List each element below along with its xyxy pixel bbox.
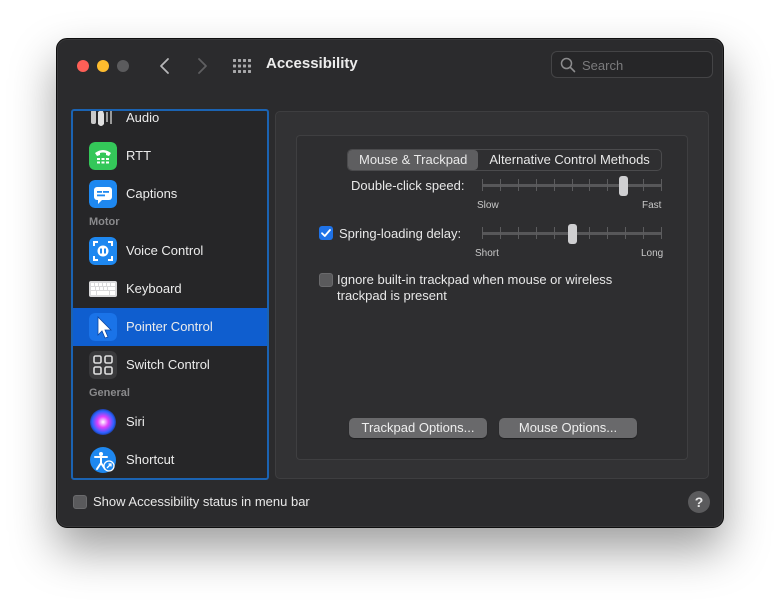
sidebar-item-audio[interactable]: Audio: [73, 110, 267, 137]
section-header-motor: Motor: [89, 216, 120, 228]
ignore-trackpad-label-line1: Ignore built-in trackpad when mouse or w…: [337, 272, 613, 287]
sidebar-item-label: Switch Control: [126, 357, 210, 372]
show-all-button[interactable]: [231, 56, 253, 76]
spring-loading-checkbox[interactable]: [319, 226, 333, 240]
slider-tick: [589, 227, 590, 239]
slider-tick: [554, 179, 555, 191]
double-click-speed-slider[interactable]: [482, 176, 662, 196]
slider-tick: [661, 227, 662, 239]
chevron-right-icon: [198, 58, 207, 74]
slider-tick: [643, 179, 644, 191]
double-click-slow-label: Slow: [477, 200, 499, 211]
shortcut-icon: [90, 447, 116, 473]
trackpad-options-button[interactable]: Trackpad Options...: [349, 418, 487, 438]
slider-tick: [589, 179, 590, 191]
search-input[interactable]: [582, 56, 704, 74]
keyboard-icon: [89, 281, 117, 297]
spring-long-label: Long: [641, 248, 664, 259]
section-header-general: General: [89, 387, 130, 399]
checkmark-icon: [321, 229, 331, 237]
slider-tick: [607, 179, 608, 191]
slider-tick: [661, 179, 662, 191]
sidebar-item-label: RTT: [126, 148, 152, 163]
slider-tick: [607, 227, 608, 239]
settings-pane: Mouse & Trackpad Alternative Control Met…: [275, 111, 709, 479]
help-button[interactable]: ?: [688, 491, 710, 513]
double-click-fast-label: Fast: [642, 200, 662, 211]
voice-control-icon: [89, 237, 117, 265]
pointer-icon: [89, 313, 117, 341]
slider-tick: [536, 179, 537, 191]
zoom-window-button[interactable]: [117, 60, 129, 72]
show-status-label: Show Accessibility status in menu bar: [93, 494, 310, 509]
sidebar-item-label: Captions: [126, 186, 178, 201]
back-button[interactable]: [155, 54, 175, 78]
window-title: Accessibility: [266, 55, 358, 72]
slider-tick: [572, 179, 573, 191]
slider-tick: [500, 179, 501, 191]
siri-icon: [90, 409, 116, 435]
tab-mouse-trackpad[interactable]: Mouse & Trackpad: [348, 150, 479, 170]
slider-tick: [482, 179, 483, 191]
sidebar-item-keyboard[interactable]: Keyboard: [73, 270, 267, 308]
slider-tick: [518, 179, 519, 191]
sidebar-item-rtt[interactable]: RTT: [73, 137, 267, 175]
sidebar-item-label: Voice Control: [126, 243, 204, 258]
tab-bar: Mouse & Trackpad Alternative Control Met…: [347, 149, 662, 171]
slider-tick: [500, 227, 501, 239]
title-bar: Accessibility: [57, 39, 723, 91]
grid-icon: [233, 59, 251, 73]
sidebar-item-label: Pointer Control: [126, 319, 213, 334]
sidebar-item-label: Shortcut: [126, 452, 175, 467]
sidebar-list[interactable]: Audio RTT Captions Motor Voice Control K…: [71, 109, 269, 480]
tab-alternative-control-methods[interactable]: Alternative Control Methods: [478, 150, 660, 170]
tab-content: Mouse & Trackpad Alternative Control Met…: [296, 135, 688, 460]
ignore-trackpad-label-line2: trackpad is present: [337, 288, 447, 303]
sidebar-item-label: Audio: [126, 110, 160, 125]
minimize-window-button[interactable]: [97, 60, 109, 72]
accessibility-window: Accessibility Audio: [56, 38, 724, 528]
chevron-left-icon: [160, 58, 169, 74]
rtt-icon: [89, 142, 117, 170]
spring-short-label: Short: [475, 248, 499, 259]
sidebar-item-switch-control[interactable]: Switch Control: [73, 346, 267, 384]
search-field[interactable]: [551, 51, 713, 78]
audio-icon: [91, 111, 112, 126]
sidebar-item-label: Keyboard: [126, 281, 182, 296]
sidebar-item-voice-control[interactable]: Voice Control: [73, 232, 267, 270]
slider-tick: [518, 227, 519, 239]
ignore-trackpad-checkbox[interactable]: [319, 273, 333, 287]
switch-control-icon: [89, 351, 117, 379]
slider-knob[interactable]: [568, 224, 577, 244]
slider-knob[interactable]: [619, 176, 628, 196]
sidebar-item-siri[interactable]: Siri: [73, 403, 267, 441]
slider-tick: [554, 227, 555, 239]
sidebar-item-pointer-control[interactable]: Pointer Control: [73, 308, 267, 346]
slider-tick: [482, 227, 483, 239]
double-click-speed-label: Double-click speed:: [351, 178, 465, 193]
spring-loading-slider[interactable]: [482, 224, 662, 244]
close-window-button[interactable]: [77, 60, 89, 72]
search-icon: [560, 57, 576, 73]
captions-icon: [89, 180, 117, 208]
mouse-options-button[interactable]: Mouse Options...: [499, 418, 637, 438]
slider-tick: [625, 227, 626, 239]
forward-button[interactable]: [192, 54, 212, 78]
sidebar-item-shortcut[interactable]: Shortcut: [73, 441, 267, 478]
spring-loading-label: Spring-loading delay:: [339, 226, 462, 241]
sidebar-item-label: Siri: [126, 414, 145, 429]
show-status-checkbox[interactable]: [73, 495, 87, 509]
slider-tick: [536, 227, 537, 239]
slider-tick: [643, 227, 644, 239]
sidebar-item-captions[interactable]: Captions: [73, 175, 267, 213]
